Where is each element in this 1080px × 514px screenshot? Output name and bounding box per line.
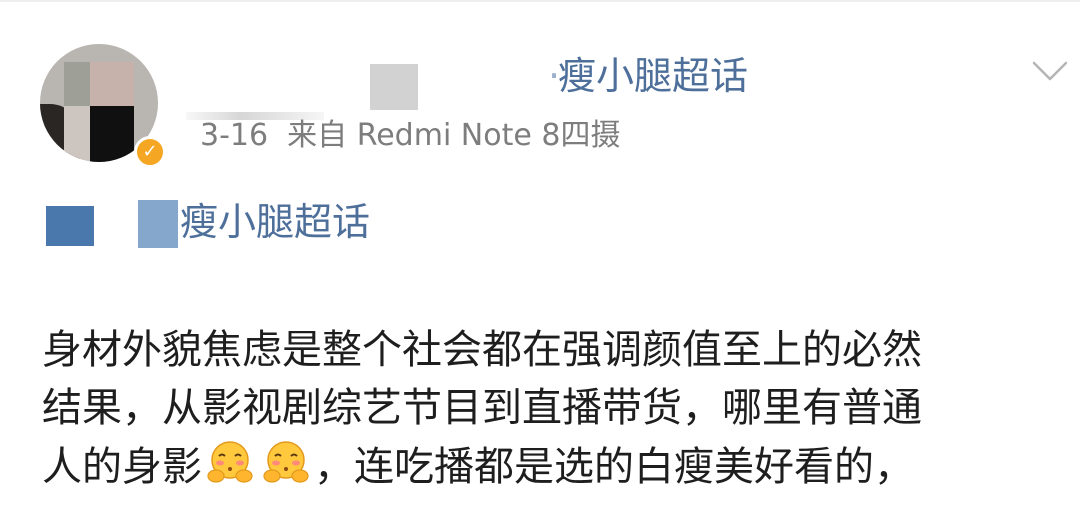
blush-hands-emoji-icon bbox=[207, 441, 253, 483]
post-device: Redmi Note 8四摄 bbox=[356, 118, 621, 153]
blush-hands-emoji-icon bbox=[263, 441, 309, 483]
post-source-label: 来自 bbox=[287, 118, 348, 153]
post-body-line-2: 结果，从影视剧综艺节目到直播带货，哪里有普通 bbox=[42, 385, 922, 431]
post-body-line-3-start: 人的身影 bbox=[42, 444, 202, 490]
header-topic-label: 瘦小腿超话 bbox=[558, 54, 749, 98]
topic-prefix-fragment: · bbox=[548, 52, 558, 100]
chevron-down-icon[interactable] bbox=[1032, 60, 1068, 82]
post-body-line-3-end: ，连吃播都是选的白瘦美好看的， bbox=[314, 444, 914, 490]
avatar-mosaic bbox=[64, 62, 134, 162]
post-body: 身材外貌焦虑是整个社会都在强调颜值至上的必然 结果，从影视剧综艺节目到直播带货，… bbox=[42, 322, 1072, 496]
verified-badge-icon: ✓ bbox=[134, 136, 166, 168]
post-body-line-3: 人的身影 ，连吃播都是选的白瘦美好看的， bbox=[42, 438, 1072, 496]
topic-tag-mosaic bbox=[46, 206, 94, 246]
topic-link[interactable]: 瘦小腿超话 bbox=[46, 196, 466, 252]
topic-link-label: 瘦小腿超话 bbox=[180, 200, 371, 244]
header-topic-name[interactable]: ·瘦小腿超话 bbox=[548, 52, 748, 100]
post-meta: 3-16 来自 Redmi Note 8四摄 bbox=[200, 116, 620, 156]
topic-tag-mosaic-2 bbox=[138, 200, 178, 248]
username-mosaic bbox=[370, 64, 418, 110]
top-divider bbox=[0, 0, 1080, 2]
post-date: 3-16 bbox=[200, 118, 269, 153]
post-body-line-1: 身材外貌焦虑是整个社会都在强调颜值至上的必然 bbox=[42, 327, 922, 373]
